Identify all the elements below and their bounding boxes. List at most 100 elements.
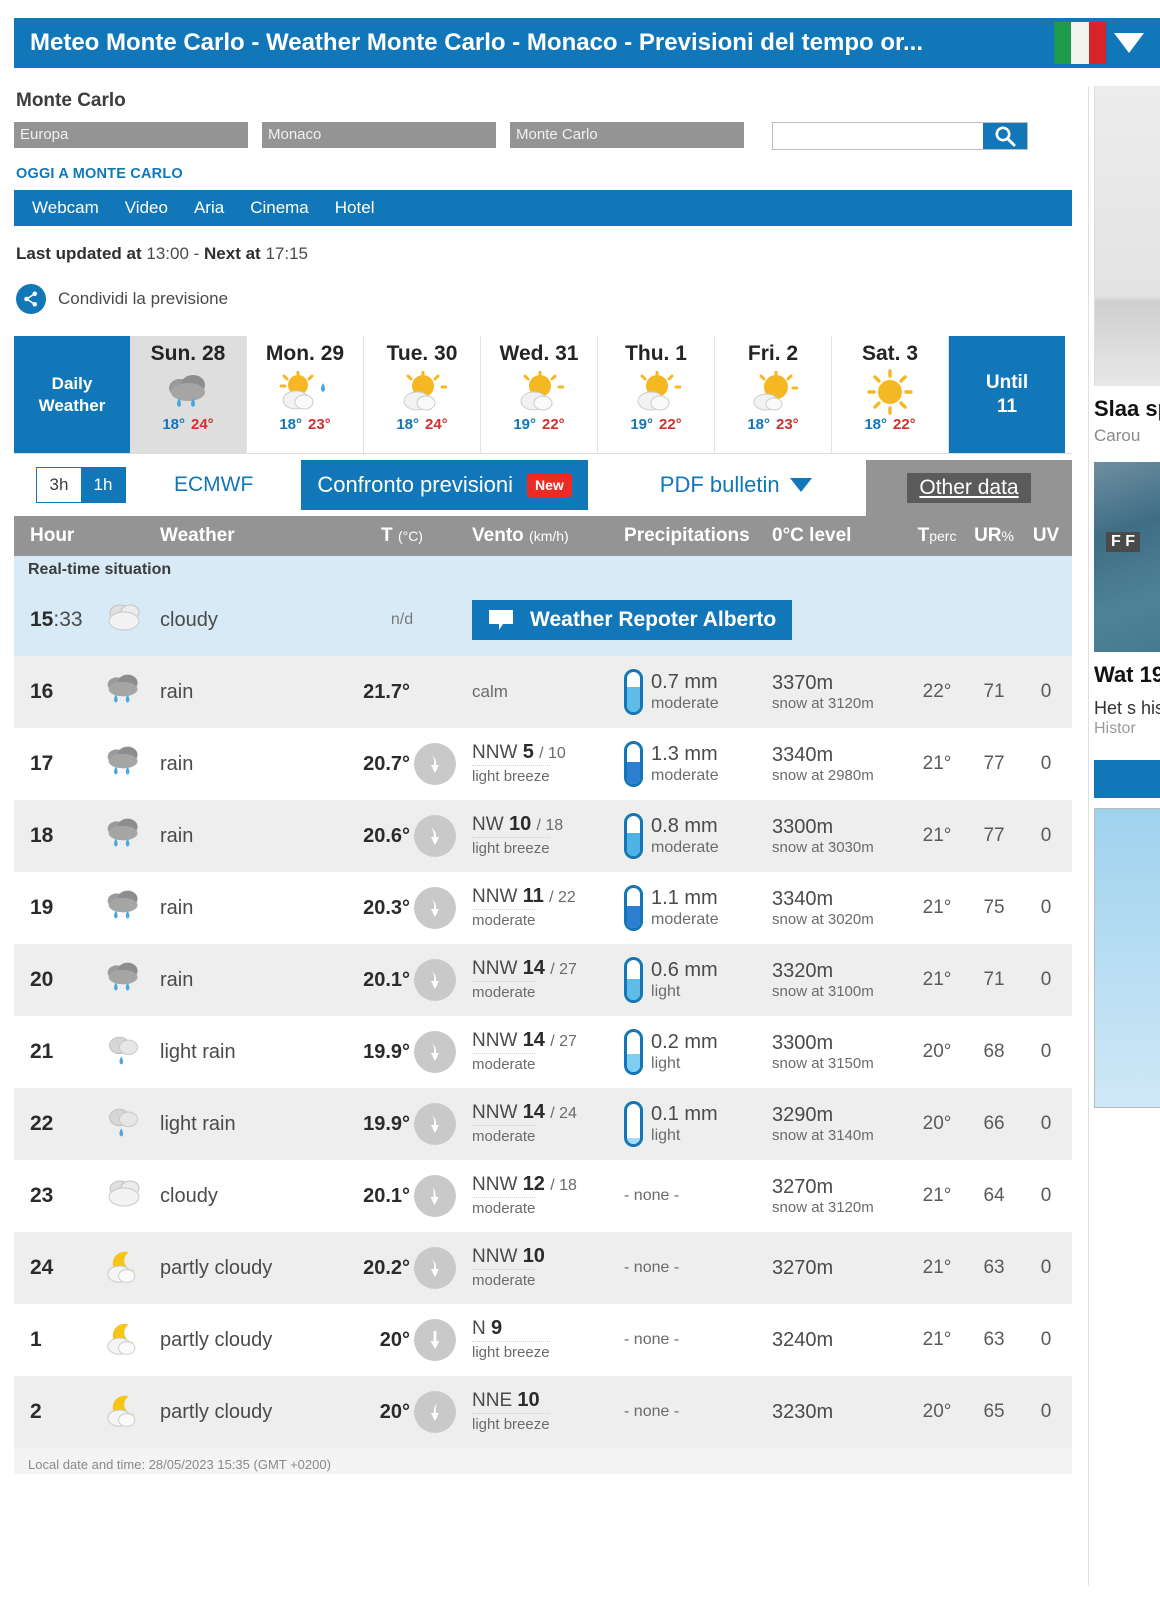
day-tab-3[interactable]: Wed. 31 19° 22° (481, 336, 598, 453)
share-forecast[interactable]: Condividi la previsione (16, 284, 1072, 314)
table-row: 19 rain 20.3° NNW 11 / 22 moderate 1.1 mm… (14, 872, 1073, 944)
new-badge: New (527, 473, 572, 497)
day-tmax: 22° (893, 416, 916, 433)
row-wind-desc: moderate (472, 1269, 536, 1289)
model-ecmwf-link[interactable]: ECMWF (174, 473, 253, 497)
row-weather: rain (160, 896, 194, 919)
row-uv: 0 (1040, 825, 1052, 846)
row-precip-desc: moderate (651, 911, 719, 929)
row-wind-dir: NW (472, 814, 504, 836)
precip-gauge-icon (624, 957, 644, 1003)
sun-cloud-icon (514, 366, 564, 418)
col-uv: UV (1020, 516, 1073, 556)
today-link[interactable]: OGGI A MONTE CARLO (16, 166, 1072, 182)
row-zero-level: 3300m (772, 1032, 834, 1054)
chevron-down-icon[interactable] (1112, 33, 1146, 53)
promo-title-1[interactable]: Slaa spel (1094, 396, 1160, 422)
day-temps: 18° 23° (279, 416, 330, 433)
page-title: Meteo Monte Carlo - Weather Monte Carlo … (30, 29, 923, 56)
row-temp: 20° (379, 1400, 411, 1423)
row-precip-none: - none - (624, 1403, 680, 1420)
row-weather-icon (88, 728, 161, 800)
row-hour: 16 (30, 680, 54, 703)
row-precip-mm: 0.6 mm (651, 959, 718, 982)
cloudy-icon (108, 1180, 140, 1206)
promo-image-2[interactable]: F F (1094, 462, 1160, 653)
pdf-bulletin-button[interactable]: PDF bulletin (660, 472, 812, 498)
day-name: Thu. 1 (625, 342, 687, 365)
day-temps: 19° 22° (513, 416, 564, 433)
other-data-tab[interactable]: Other data (866, 460, 1072, 516)
step-1h-button[interactable]: 1h (81, 468, 125, 502)
row-precip-none: - none - (624, 1187, 680, 1204)
until-button[interactable]: Until 11 (949, 336, 1065, 453)
table-row: 21 light rain 19.9° NNW 14 / 27 moderate … (14, 1016, 1073, 1088)
share-icon[interactable] (16, 284, 46, 314)
row-hour: 19 (30, 896, 54, 919)
wind-direction-icon (414, 1175, 457, 1217)
sidebar-divider (1088, 86, 1089, 1586)
row-snow-level: snow at 3020m (772, 911, 874, 928)
day-tmin: 19° (630, 416, 653, 433)
row-snow-level: snow at 2980m (772, 767, 874, 784)
step-3h-button[interactable]: 3h (37, 468, 81, 502)
window-title-bar: Meteo Monte Carlo - Weather Monte Carlo … (14, 18, 1160, 68)
promo-title-2[interactable]: Wat 1941 (1094, 662, 1160, 688)
day-tab-2[interactable]: Tue. 30 18° 24° (364, 336, 481, 453)
promo-image-1[interactable] (1094, 86, 1160, 386)
breadcrumb-city[interactable]: Monte Carlo (510, 122, 744, 148)
day-tab-6[interactable]: Sat. 3 18° 22° (832, 336, 949, 453)
search-button[interactable] (983, 123, 1027, 149)
row-precip-desc: light (651, 1055, 681, 1073)
realtime-label: Real-time situation (28, 561, 172, 578)
table-header-row: Hour Weather T (°C) Vento (km/h) Precipi… (14, 516, 1073, 556)
row-wind-desc: light breeze (472, 765, 550, 785)
nav-aria[interactable]: Aria (194, 198, 224, 218)
precip-gauge-icon (624, 885, 644, 931)
row-ur: 66 (983, 1113, 1005, 1134)
right-sidebar: Slaa spel Carou F F Wat 1941 Het s histo… (1088, 86, 1160, 1586)
day-tab-5[interactable]: Fri. 2 18° 23° (715, 336, 832, 453)
realtime-temp: n/d (390, 611, 414, 628)
compare-forecasts-button[interactable]: Confronto previsioni New (301, 460, 588, 510)
nav-video[interactable]: Video (125, 198, 168, 218)
row-weather: light rain (160, 1112, 236, 1135)
time-step-toggle[interactable]: 3h 1h (36, 467, 126, 503)
row-precip: 1.3 mm moderate (624, 741, 772, 787)
table-row: 22 light rain 19.9° NNW 14 / 24 moderate … (14, 1088, 1073, 1160)
breadcrumb-continent[interactable]: Europa (14, 122, 248, 148)
row-precip: 0.1 mm light (624, 1101, 772, 1147)
day-tab-4[interactable]: Thu. 1 19° 22° (598, 336, 715, 453)
row-snow-level: snow at 3100m (772, 983, 874, 1000)
search-input[interactable] (773, 123, 983, 149)
until-line2: 11 (996, 395, 1018, 417)
table-row: 18 rain 20.6° NW 10 / 18 light breeze 0.8… (14, 800, 1073, 872)
realtime-weather: cloudy (160, 608, 218, 631)
video-player[interactable] (1094, 808, 1160, 1109)
row-temp: 21.7° (363, 680, 411, 703)
day-tab-0[interactable]: Sun. 28 18° 24° (130, 336, 247, 453)
row-tperc: 21° (922, 897, 952, 918)
row-zero-level: 3240m (772, 1329, 834, 1351)
row-weather-icon (88, 944, 161, 1016)
row-weather-icon (88, 1376, 161, 1448)
row-temp: 19.9° (363, 1040, 411, 1063)
row-temp: 19.9° (363, 1112, 411, 1135)
row-uv: 0 (1040, 1041, 1052, 1062)
nav-hotel[interactable]: Hotel (335, 198, 375, 218)
nav-cinema[interactable]: Cinema (250, 198, 309, 218)
row-precip: 0.2 mm light (624, 1029, 772, 1075)
day-tab-1[interactable]: Mon. 29 18° 23° (247, 336, 364, 453)
row-wind-speed: 14 (522, 1029, 545, 1052)
row-wind: NNW 14 / 24 (472, 1101, 624, 1124)
row-weather: rain (160, 752, 194, 775)
search-box[interactable] (772, 122, 1028, 150)
nav-webcam[interactable]: Webcam (32, 198, 99, 218)
breadcrumb-country[interactable]: Monaco (262, 122, 496, 148)
row-weather-icon (88, 1088, 161, 1160)
row-temp: 20.2° (363, 1256, 411, 1279)
day-tmax: 22° (659, 416, 682, 433)
weather-reporter-button[interactable]: Weather Repoter Alberto (472, 600, 793, 640)
light-rain-icon (109, 1036, 139, 1064)
row-hour: 18 (30, 824, 54, 847)
